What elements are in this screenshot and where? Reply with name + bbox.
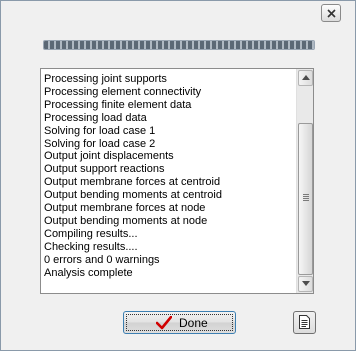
vertical-scrollbar[interactable] — [296, 69, 313, 293]
document-icon — [299, 315, 310, 329]
log-line: Processing joint supports — [44, 73, 167, 85]
title-bar — [1, 1, 355, 29]
log-line: Analysis complete — [44, 266, 133, 279]
log-line: Checking results.... — [44, 240, 138, 253]
analysis-dialog: Processing joint supports Processing elem… — [0, 0, 356, 351]
log-line: 0 errors and 0 warnings — [44, 253, 160, 266]
arrow-down-icon — [302, 281, 310, 286]
scroll-down-button[interactable] — [298, 276, 313, 292]
log-line: Processing finite element data — [44, 98, 192, 111]
scroll-thumb[interactable] — [298, 123, 313, 275]
log-box[interactable]: Processing joint supports Processing elem… — [40, 68, 314, 294]
progress-bar — [43, 40, 315, 50]
log-line: Solving for load case 1 — [44, 124, 156, 137]
log-line: Output joint displacements — [44, 150, 174, 163]
scroll-up-button[interactable] — [298, 70, 313, 86]
checkmark-icon — [156, 316, 172, 330]
log-line: Compiling results... — [44, 227, 138, 240]
close-button[interactable] — [321, 4, 341, 22]
log-line: Solving for load case 2 — [44, 137, 156, 150]
close-icon — [327, 9, 336, 18]
report-button[interactable] — [293, 311, 316, 334]
log-line: Processing element connectivity — [44, 85, 202, 98]
done-button-label: Done — [179, 316, 208, 330]
log-line: Output support reactions — [44, 163, 165, 176]
log-line: Output membrane forces at centroid — [44, 176, 221, 189]
log-list: Processing joint supports Processing elem… — [44, 73, 294, 280]
log-line: Output bending moments at centroid — [44, 189, 222, 202]
log-line: Output bending moments at node — [44, 214, 208, 227]
log-line: Processing load data — [44, 111, 147, 124]
done-button[interactable]: Done — [123, 311, 236, 334]
arrow-up-icon — [302, 75, 310, 80]
progress-fill — [44, 41, 314, 49]
log-line: Output membrane forces at node — [44, 202, 206, 215]
grip-icon — [303, 194, 309, 202]
